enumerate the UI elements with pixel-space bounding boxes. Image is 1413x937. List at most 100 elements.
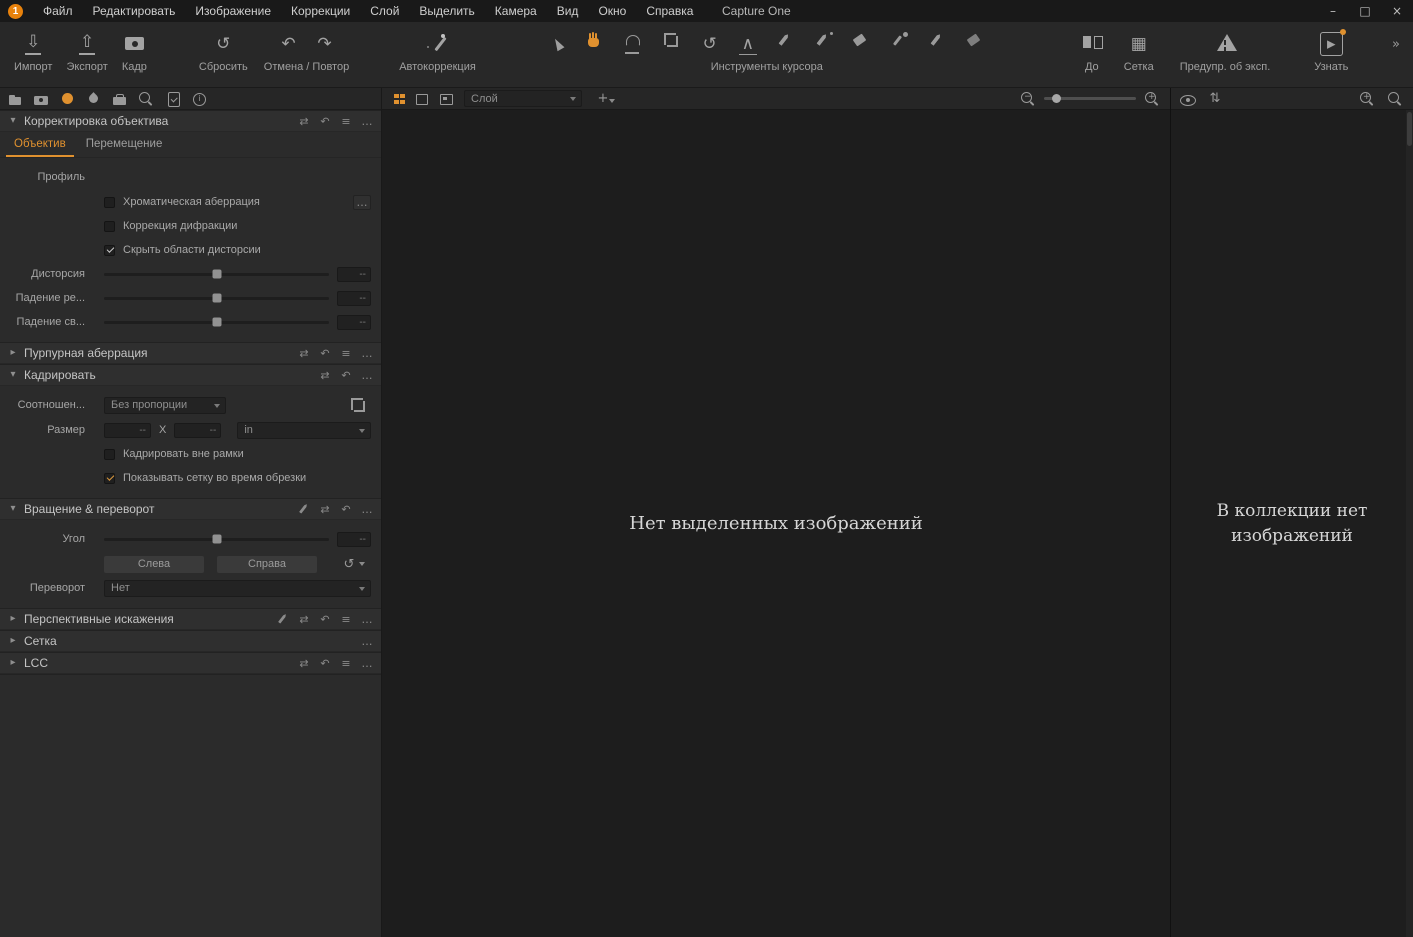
frame-button[interactable]: Кадр [122, 22, 147, 73]
menu-icon[interactable]: ≡ [340, 613, 352, 626]
light-falloff-slider[interactable] [104, 317, 329, 327]
more-icon[interactable]: … [361, 347, 373, 360]
crop-height-input[interactable]: -- [174, 422, 222, 438]
hide-distortion-checkbox[interactable] [104, 244, 115, 256]
flip-dropdown[interactable]: Нет [104, 579, 371, 597]
more-icon[interactable]: … [361, 115, 373, 128]
lens-correction-header[interactable]: ▾ Корректировка объектива ⇄ ↶ ≡… [0, 110, 381, 132]
unit-dropdown[interactable]: in [237, 421, 371, 439]
falloff-value[interactable]: -- [337, 290, 371, 306]
undo-s-icon[interactable]: ↶ [319, 613, 331, 626]
angle-value[interactable]: -- [337, 531, 371, 547]
rotate-left-button[interactable]: Слева [104, 555, 204, 573]
before-button[interactable]: До [1082, 22, 1103, 73]
menu-camera[interactable]: Камера [485, 0, 547, 22]
undo-s-icon[interactable]: ↶ [319, 347, 331, 360]
keystone-header[interactable]: ▸ Перспективные искажения ⇄ ↶ ≡… [0, 608, 381, 630]
undo-s-icon[interactable]: ↶ [340, 369, 352, 382]
copy-icon[interactable]: ⇄ [298, 115, 310, 128]
chevron-right-icon[interactable]: ▸ [8, 633, 18, 649]
copy-icon[interactable]: ⇄ [298, 347, 310, 360]
pointer-icon[interactable] [548, 32, 568, 56]
light-falloff-value[interactable]: -- [337, 314, 371, 330]
menu-icon[interactable]: ≡ [340, 115, 352, 128]
zoom-slider[interactable] [1044, 94, 1136, 103]
import-button[interactable]: ⇩ Импорт [14, 22, 52, 73]
crop-tool-icon[interactable] [662, 32, 682, 56]
menu-help[interactable]: Справка [636, 0, 703, 22]
rotate-freehand-button[interactable]: ↺ [342, 556, 365, 572]
reset-button[interactable]: ↺ Сбросить [199, 22, 248, 73]
distortion-value[interactable]: -- [337, 266, 371, 282]
rotation-flip-header[interactable]: ▾ Вращение & переворот ⇄ ↶… [0, 498, 381, 520]
tab-movement[interactable]: Перемещение [78, 132, 171, 157]
adjustments-icon[interactable] [166, 91, 180, 107]
undo-icon[interactable]: ↶ [278, 32, 298, 56]
slider-knob[interactable] [212, 534, 221, 544]
more-icon[interactable]: … [361, 635, 373, 648]
undo-s-icon[interactable]: ↶ [319, 657, 331, 670]
copy-icon[interactable]: ⇄ [319, 503, 331, 516]
close-button-icon[interactable]: × [1381, 0, 1413, 22]
chromatic-aberration-checkbox[interactable] [104, 196, 115, 208]
layer-dropdown[interactable]: Слой [464, 90, 582, 107]
menu-select[interactable]: Выделить [409, 0, 484, 22]
pencil-icon[interactable] [298, 503, 310, 516]
diffraction-checkbox[interactable] [104, 220, 115, 232]
slider-knob[interactable] [212, 317, 221, 327]
angle-slider[interactable] [104, 534, 329, 544]
rotate-right-button[interactable]: Справа [217, 555, 317, 573]
menu-adjustments[interactable]: Коррекции [281, 0, 360, 22]
chevron-right-icon[interactable]: ▸ [8, 345, 18, 361]
export-button[interactable]: ⇧ Экспорт [66, 22, 107, 73]
zoom-out-icon[interactable]: − [1020, 91, 1036, 107]
copy-icon[interactable]: ⇄ [319, 369, 331, 382]
menu-icon[interactable]: ≡ [340, 347, 352, 360]
chevron-right-icon[interactable]: ▸ [8, 655, 18, 671]
proof-view-icon[interactable] [438, 91, 453, 107]
menu-file[interactable]: Файл [33, 0, 83, 22]
toolbar-overflow-button[interactable]: » [1389, 22, 1403, 52]
show-grid-checkbox[interactable] [104, 472, 115, 484]
exposure-warning-button[interactable]: Предупр. об эксп. [1180, 22, 1270, 73]
lens-icon[interactable] [60, 91, 74, 107]
scrollbar-thumb[interactable] [1407, 112, 1412, 146]
crop-outside-checkbox[interactable] [104, 448, 115, 460]
learn-button[interactable]: ▸ Узнать [1314, 22, 1348, 73]
eye-icon[interactable] [1179, 91, 1196, 107]
menu-view[interactable]: Вид [547, 0, 589, 22]
crop-icon[interactable] [349, 397, 365, 413]
more-icon[interactable]: … [361, 613, 373, 626]
undo-s-icon[interactable]: ↶ [340, 503, 352, 516]
single-view-icon[interactable] [414, 91, 428, 107]
library-icon[interactable] [8, 91, 22, 107]
distortion-slider[interactable] [104, 269, 329, 279]
rotate-icon[interactable]: ↺ [700, 32, 720, 56]
menu-icon[interactable]: ≡ [340, 657, 352, 670]
undo-s-icon[interactable]: ↶ [319, 115, 331, 128]
add-layer-icon[interactable]: + [596, 91, 615, 107]
copy-icon[interactable]: ⇄ [298, 613, 310, 626]
falloff-slider[interactable] [104, 293, 329, 303]
eraser-icon[interactable] [852, 32, 872, 56]
crop-width-input[interactable]: -- [104, 422, 151, 438]
chromatic-aberration-more-button[interactable]: … [353, 194, 371, 210]
sort-icon[interactable]: ⇅ [1208, 91, 1222, 107]
thumbnail-zoom-icon[interactable]: + [1359, 91, 1375, 107]
menu-layer[interactable]: Слой [360, 0, 409, 22]
menu-window[interactable]: Окно [588, 0, 636, 22]
slider-knob[interactable] [212, 293, 221, 303]
browser-scrollbar[interactable] [1406, 110, 1413, 937]
chevron-down-icon[interactable]: ▾ [8, 113, 18, 129]
dropper-icon[interactable] [890, 32, 910, 56]
heal-pen-icon[interactable] [776, 32, 796, 56]
more-icon[interactable]: … [361, 369, 373, 382]
mask-pen-icon[interactable] [928, 32, 948, 56]
maximize-button-icon[interactable]: □ [1349, 0, 1381, 22]
hand-icon[interactable] [586, 32, 606, 56]
menu-image[interactable]: Изображение [185, 0, 281, 22]
menu-edit[interactable]: Редактировать [83, 0, 186, 22]
grid-header[interactable]: ▸ Сетка … [0, 630, 381, 652]
purple-fringing-header[interactable]: ▸ Пурпурная аберрация ⇄ ↶ ≡… [0, 342, 381, 364]
more-icon[interactable]: … [361, 503, 373, 516]
